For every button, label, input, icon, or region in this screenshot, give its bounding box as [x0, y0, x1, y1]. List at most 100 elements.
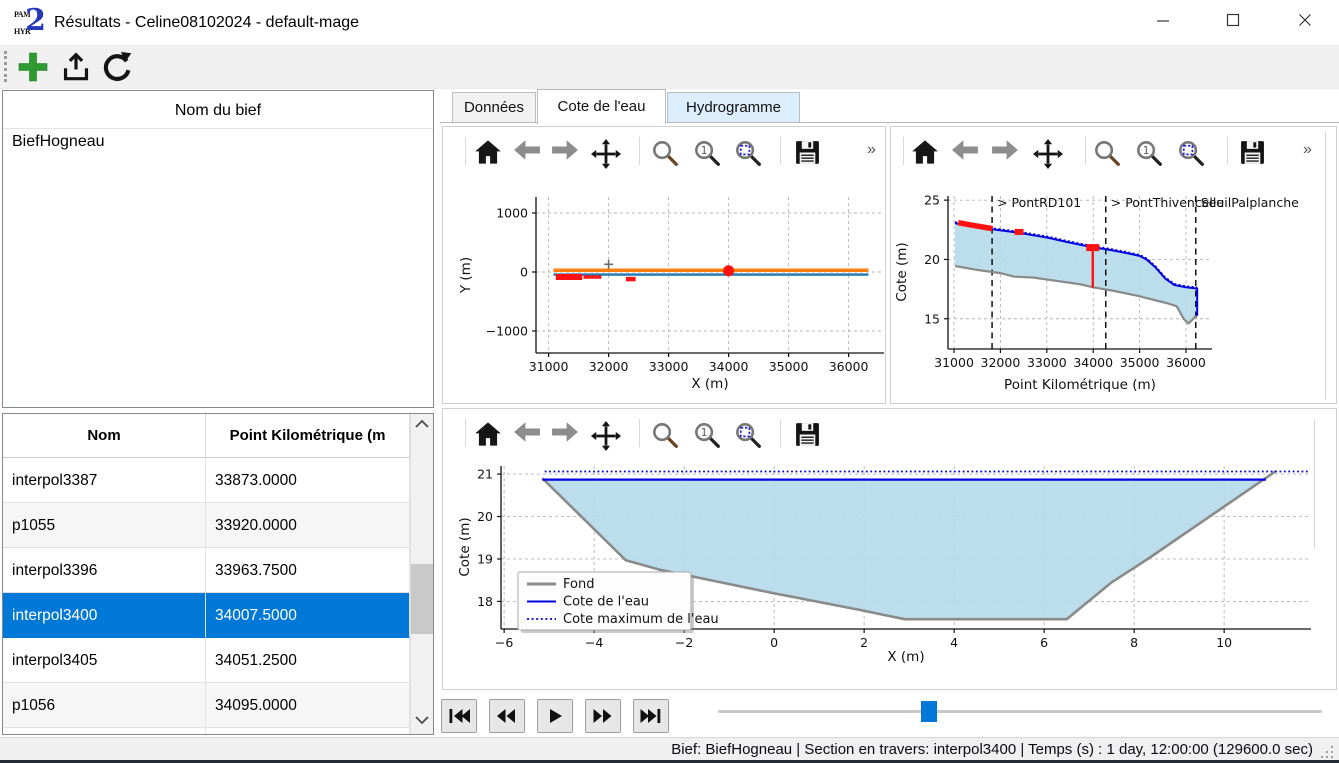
svg-text:34000: 34000 — [709, 359, 749, 374]
table-row[interactable]: 34051.2500 — [206, 638, 410, 683]
svg-text:36000: 36000 — [829, 359, 869, 374]
svg-text:Cote (m): Cote (m) — [457, 517, 473, 576]
svg-text:8: 8 — [1130, 635, 1138, 650]
svg-text:20: 20 — [477, 509, 493, 524]
plan-chart-panel: 1»310003200033000340003500036000−1000010… — [442, 126, 886, 404]
tab-hydrogramme[interactable]: Hydrogramme — [667, 92, 800, 123]
fast-forward-button[interactable] — [585, 699, 621, 733]
table-row[interactable]: p1056 — [3, 683, 206, 728]
skip-first-button[interactable] — [441, 699, 477, 733]
svg-text:35000: 35000 — [1120, 355, 1160, 370]
export-icon — [60, 51, 92, 83]
svg-text:X (m): X (m) — [887, 649, 924, 665]
svg-text:−4: −4 — [585, 635, 603, 650]
tab-cote-de-l-eau[interactable]: Cote de l'eau — [537, 89, 666, 124]
svg-text:21: 21 — [477, 467, 493, 482]
table-row[interactable]: 33920.0000 — [206, 503, 410, 548]
table-row[interactable]: interpol3405 — [3, 638, 206, 683]
resize-grip[interactable] — [1321, 746, 1335, 760]
svg-text:31000: 31000 — [934, 355, 974, 370]
play-icon — [542, 705, 568, 727]
scroll-up-icon[interactable] — [414, 418, 430, 432]
svg-text:34000: 34000 — [1073, 355, 1113, 370]
svg-text:33000: 33000 — [1027, 355, 1067, 370]
rewind-button[interactable] — [489, 699, 525, 733]
svg-text:1000: 1000 — [496, 205, 528, 220]
column-header-pk[interactable]: Point Kilométrique (m — [206, 414, 410, 458]
minimize-icon — [1155, 12, 1171, 28]
svg-text:Y (m): Y (m) — [458, 257, 474, 294]
window-title: Résultats - Celine08102024 - default-mag… — [54, 0, 359, 45]
section-chart[interactable]: −6−4−2024681018192021X (m)Cote (m)FondCo… — [443, 409, 1338, 691]
table-row[interactable]: 34007.5000 — [206, 593, 410, 638]
svg-text:19: 19 — [477, 551, 493, 566]
add-button[interactable] — [16, 50, 50, 87]
table-row — [3, 728, 206, 735]
svg-text:4: 4 — [950, 635, 958, 650]
bief-list-header: Nom du bief — [3, 91, 433, 129]
svg-text:10: 10 — [1216, 635, 1232, 650]
plus-icon — [16, 50, 50, 84]
list-item-bief[interactable]: BiefHogneau — [3, 129, 433, 155]
svg-text:−1000: −1000 — [486, 323, 528, 338]
table-row[interactable]: 33963.7500 — [206, 548, 410, 593]
table-row[interactable]: 33873.0000 — [206, 458, 410, 503]
fast-forward-icon — [590, 705, 616, 727]
table-scrollbar[interactable] — [410, 414, 433, 734]
svg-text:Fond: Fond — [563, 577, 594, 592]
svg-text:20: 20 — [924, 252, 940, 267]
svg-text:X (m): X (m) — [691, 376, 728, 392]
refresh-icon — [100, 51, 133, 83]
skip-first-icon — [446, 705, 472, 727]
table-row[interactable]: p1055 — [3, 503, 206, 548]
svg-text:−2: −2 — [675, 635, 693, 650]
status-text: Bief: BiefHogneau | Section en travers: … — [671, 738, 1313, 761]
scroll-down-icon[interactable] — [414, 714, 430, 728]
tab-donn-es[interactable]: Données — [452, 92, 536, 123]
tab-bar: DonnéesCote de l'eauHydrogramme — [440, 88, 1339, 123]
status-bar: Bief: BiefHogneau | Section en travers: … — [0, 737, 1339, 761]
svg-text:15: 15 — [924, 311, 940, 326]
profile-chart[interactable]: > PontRD101> PontThivencelleSeuilPalplan… — [891, 127, 1338, 405]
table-row — [206, 728, 410, 735]
title-bar[interactable]: PAM HYR 2 Résultats - Celine08102024 - d… — [0, 0, 1339, 45]
table-row[interactable]: interpol3396 — [3, 548, 206, 593]
toolbar-drag-handle[interactable] — [4, 51, 7, 82]
plan-chart[interactable]: 310003200033000340003500036000−100001000… — [443, 127, 887, 405]
close-icon — [1297, 12, 1313, 28]
logo-text-big: 2 — [25, 3, 46, 38]
section-chart-panel: 1−6−4−2024681018192021X (m)Cote (m)FondC… — [442, 408, 1337, 690]
skip-last-button[interactable] — [633, 699, 669, 733]
maximize-icon — [1225, 12, 1241, 28]
svg-text:32000: 32000 — [981, 355, 1021, 370]
table-row[interactable]: 34095.0000 — [206, 683, 410, 728]
pamhyr-app-icon: PAM HYR 2 — [14, 9, 44, 37]
close-button[interactable] — [1282, 0, 1328, 40]
column-header-nom[interactable]: Nom — [3, 414, 206, 458]
play-button[interactable] — [537, 699, 573, 733]
table-row[interactable]: interpol3400 — [3, 593, 206, 638]
skip-last-icon — [638, 705, 664, 727]
bief-list-panel: Nom du bief BiefHogneau — [2, 90, 434, 408]
svg-text:32000: 32000 — [589, 359, 629, 374]
maximize-button[interactable] — [1210, 0, 1256, 40]
profile-chart-panel: 1»> PontRD101> PontThivencelleSeuilPalpl… — [890, 126, 1337, 404]
svg-text:36000: 36000 — [1166, 355, 1206, 370]
sections-table: NomPoint Kilométrique (minterpol33873387… — [2, 413, 434, 735]
refresh-button[interactable] — [100, 51, 133, 86]
export-button[interactable] — [60, 51, 92, 86]
table-scrollbar-thumb[interactable] — [411, 564, 433, 634]
svg-text:35000: 35000 — [769, 359, 809, 374]
minimize-button[interactable] — [1140, 0, 1186, 40]
svg-text:SeuilPalplanche: SeuilPalplanche — [1201, 195, 1299, 210]
svg-text:0: 0 — [520, 264, 528, 279]
svg-text:Cote de l'eau: Cote de l'eau — [563, 595, 649, 610]
svg-text:2: 2 — [860, 635, 868, 650]
svg-text:−6: −6 — [495, 635, 513, 650]
svg-text:0: 0 — [770, 635, 778, 650]
time-slider-handle[interactable] — [921, 701, 937, 722]
time-slider-track[interactable] — [718, 710, 1322, 713]
svg-text:25: 25 — [924, 193, 940, 208]
table-row[interactable]: interpol3387 — [3, 458, 206, 503]
svg-text:Cote (m): Cote (m) — [894, 242, 910, 301]
